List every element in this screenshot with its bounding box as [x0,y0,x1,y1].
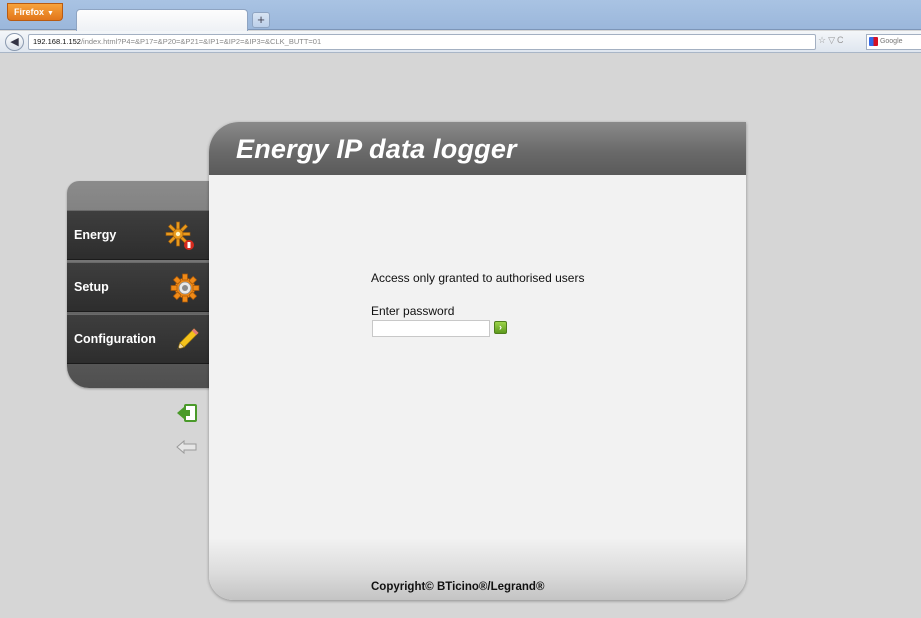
url-path: /index.html?P4=&P17=&P20=&P21=&IP1=&IP2=… [80,37,322,46]
search-placeholder: Google [879,38,903,45]
sidebar: Energy Setup Configuration [67,181,227,388]
login-panel: Energy IP data logger Access only grante… [209,122,746,600]
new-tab-button[interactable]: + [252,12,270,28]
dropdown-arrow-icon[interactable]: ▽ [828,35,837,45]
browser-tab[interactable] [76,9,248,31]
back-arrow-icon[interactable]: ◀ [5,33,24,51]
sidebar-item-label: Configuration [74,332,156,346]
copyright-text: Copyright© BTicino®/Legrand® [371,581,545,593]
pencil-icon [177,328,199,350]
sidebar-item-label: Energy [74,228,117,242]
browser-titlebar: Firefox ▼ + [0,0,921,31]
bookmark-star-icon[interactable]: ☆ [818,35,828,45]
address-bar[interactable]: 192.168.1.152/index.html?P4=&P17=&P20=&P… [28,34,816,50]
chevron-down-icon: ▼ [47,10,54,17]
password-label: Enter password [371,304,455,318]
navigation-bar: ◀ 192.168.1.152/index.html?P4=&P17=&P20=… [0,31,921,53]
sidebar-item-energy[interactable]: Energy [67,210,227,260]
firefox-menu-label: Firefox [14,7,45,17]
sidebar-item-configuration[interactable]: Configuration [67,314,227,364]
reload-icon[interactable]: C [837,35,846,45]
password-input[interactable] [372,320,490,337]
gear-icon [170,273,200,303]
panel-footer: Copyright© BTicino®/Legrand® [209,538,746,600]
access-message: Access only granted to authorised users [371,271,585,285]
energy-gear-icon [165,221,194,250]
url-bar-icons: ☆▽C [818,35,846,46]
google-logo-icon [869,36,878,46]
url-host: 192.168.1.152 [33,37,81,46]
page-title: Energy IP data logger [236,134,517,164]
sidebar-item-setup[interactable]: Setup [67,262,227,312]
back-arrow-icon[interactable] [176,438,198,456]
logout-arrow-icon[interactable] [176,404,198,422]
sidebar-item-label: Setup [74,280,109,294]
search-box[interactable]: Google [866,34,921,50]
panel-header: Energy IP data logger [209,122,746,175]
submit-arrow-button[interactable]: › [494,321,507,334]
firefox-menu-button[interactable]: Firefox ▼ [7,3,63,21]
